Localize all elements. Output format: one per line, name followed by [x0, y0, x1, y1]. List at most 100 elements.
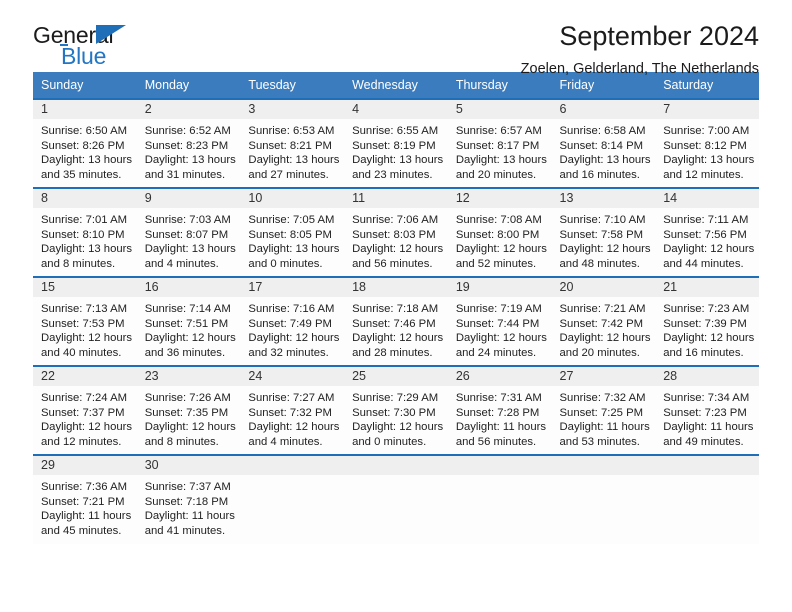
calendar-day-cell[interactable]: 4 Sunrise: 6:55 AM Sunset: 8:19 PM Daylight… — [344, 98, 448, 188]
calendar-week-row: 15 Sunrise: 7:13 AM Sunset: 7:53 PM Dayligh… — [33, 276, 759, 366]
sunset-time: Sunset: 8:17 PM — [455, 139, 540, 152]
calendar-day-cell[interactable]: 21 Sunrise: 7:23 AM Sunset: 7:39 PM Dayligh… — [655, 276, 759, 366]
day-details: Sunrise: 7:03 AM Sunset: 8:07 PM Daylight:… — [137, 208, 241, 271]
day-number — [240, 456, 345, 475]
sunset-time: Sunset: 7:23 PM — [663, 406, 747, 419]
daylight-duration-line2: and 44 minutes. — [663, 257, 744, 270]
calendar-day-cell[interactable]: 19 Sunrise: 7:19 AM Sunset: 7:44 PM Dayligh… — [447, 276, 552, 366]
calendar-day-cell[interactable]: 23 Sunrise: 7:26 AM Sunset: 7:35 PM Dayligh… — [136, 365, 241, 455]
daylight-duration-line1: Daylight: 12 hours — [41, 332, 133, 345]
sunset-time: Sunset: 7:46 PM — [352, 317, 436, 330]
calendar-week-row: 22 Sunrise: 7:24 AM Sunset: 7:37 PM Dayligh… — [33, 365, 759, 455]
day-number — [551, 456, 656, 475]
day-number: 24 — [240, 367, 345, 386]
daylight-duration-line2: and 36 minutes. — [144, 346, 226, 359]
daylight-duration-line2: and 32 minutes. — [248, 346, 329, 359]
weekday-header-wednesday: Wednesday — [344, 72, 448, 99]
day-number: 6 — [551, 100, 656, 119]
calendar-day-cell[interactable]: 25 Sunrise: 7:29 AM Sunset: 7:30 PM Dayligh… — [344, 365, 448, 455]
day-details: Sunrise: 7:32 AM Sunset: 7:25 PM Daylight:… — [552, 386, 656, 449]
day-details: Sunrise: 7:16 AM Sunset: 7:49 PM Daylight:… — [240, 297, 344, 360]
sunset-time: Sunset: 8:14 PM — [559, 139, 644, 152]
day-number: 2 — [136, 100, 241, 119]
day-number — [344, 456, 448, 475]
calendar-day-cell[interactable]: 18 Sunrise: 7:18 AM Sunset: 7:46 PM Dayligh… — [344, 276, 448, 366]
day-details: Sunrise: 7:13 AM Sunset: 7:53 PM Daylight:… — [33, 297, 137, 360]
calendar-day-cell[interactable]: 27 Sunrise: 7:32 AM Sunset: 7:25 PM Dayligh… — [551, 365, 656, 455]
daylight-duration-line1: Daylight: 13 hours — [144, 154, 236, 167]
daylight-duration-line2: and 45 minutes. — [41, 524, 122, 537]
daylight-duration-line2: and 49 minutes. — [663, 435, 744, 448]
daylight-duration-line1: Daylight: 13 hours — [663, 154, 755, 167]
daylight-duration-line2: and 0 minutes. — [248, 257, 323, 270]
sunrise-time: Sunrise: 7:05 AM — [248, 214, 335, 226]
calendar-day-cell[interactable]: 28 Sunrise: 7:34 AM Sunset: 7:23 PM Dayligh… — [655, 365, 759, 455]
daylight-duration-line1: Daylight: 12 hours — [559, 332, 651, 345]
calendar-day-cell[interactable]: 24 Sunrise: 7:27 AM Sunset: 7:32 PM Dayligh… — [240, 365, 345, 455]
sunset-time: Sunset: 8:10 PM — [41, 228, 125, 241]
daylight-duration-line2: and 20 minutes. — [559, 346, 640, 359]
calendar-day-cell[interactable]: 7 Sunrise: 7:00 AM Sunset: 8:12 PM Daylight… — [655, 98, 759, 188]
sunrise-time: Sunrise: 6:53 AM — [248, 125, 335, 137]
day-number: 22 — [33, 367, 137, 386]
day-number: 19 — [447, 278, 552, 297]
day-details: Sunrise: 7:34 AM Sunset: 7:23 PM Daylight:… — [655, 386, 759, 449]
sunrise-time: Sunrise: 6:58 AM — [559, 125, 646, 137]
calendar-day-cell[interactable]: 14 Sunrise: 7:11 AM Sunset: 7:56 PM Dayligh… — [655, 187, 759, 277]
calendar-day-cell[interactable]: 22 Sunrise: 7:24 AM Sunset: 7:37 PM Dayligh… — [33, 365, 137, 455]
daylight-duration-line1: Daylight: 12 hours — [352, 332, 444, 345]
calendar-day-cell[interactable]: 1 Sunrise: 6:50 AM Sunset: 8:26 PM Daylight… — [33, 98, 137, 188]
sunset-time: Sunset: 7:53 PM — [41, 317, 125, 330]
daylight-duration-line2: and 24 minutes. — [455, 346, 537, 359]
daylight-duration-line2: and 48 minutes. — [559, 257, 640, 270]
daylight-duration-line2: and 35 minutes. — [41, 168, 122, 181]
weekday-header-monday: Monday — [136, 72, 241, 99]
calendar-day-cell-empty — [551, 454, 656, 544]
sunset-time: Sunset: 7:37 PM — [41, 406, 125, 419]
calendar-day-cell[interactable]: 15 Sunrise: 7:13 AM Sunset: 7:53 PM Dayligh… — [33, 276, 137, 366]
calendar-day-cell[interactable]: 8 Sunrise: 7:01 AM Sunset: 8:10 PM Daylight… — [33, 187, 137, 277]
sunrise-time: Sunrise: 7:19 AM — [455, 303, 542, 315]
daylight-duration-line2: and 53 minutes. — [559, 435, 640, 448]
calendar-day-cell[interactable]: 6 Sunrise: 6:58 AM Sunset: 8:14 PM Daylight… — [551, 98, 656, 188]
calendar-day-cell[interactable]: 2 Sunrise: 6:52 AM Sunset: 8:23 PM Daylight… — [136, 98, 241, 188]
day-number: 8 — [33, 189, 137, 208]
calendar-day-cell[interactable]: 30 Sunrise: 7:37 AM Sunset: 7:18 PM Dayligh… — [136, 454, 241, 544]
calendar-day-cell[interactable]: 20 Sunrise: 7:21 AM Sunset: 7:42 PM Dayligh… — [551, 276, 656, 366]
calendar-day-cell-empty — [655, 454, 759, 544]
calendar-day-cell[interactable]: 29 Sunrise: 7:36 AM Sunset: 7:21 PM Dayligh… — [33, 454, 137, 544]
calendar-day-cell[interactable]: 16 Sunrise: 7:14 AM Sunset: 7:51 PM Dayligh… — [136, 276, 241, 366]
calendar-day-cell[interactable]: 9 Sunrise: 7:03 AM Sunset: 8:07 PM Daylight… — [136, 187, 241, 277]
day-number: 12 — [447, 189, 552, 208]
daylight-duration-line1: Daylight: 11 hours — [41, 510, 132, 523]
sunset-time: Sunset: 8:00 PM — [455, 228, 540, 241]
day-number: 21 — [655, 278, 759, 297]
calendar-day-cell[interactable]: 12 Sunrise: 7:08 AM Sunset: 8:00 PM Dayligh… — [447, 187, 552, 277]
sunrise-time: Sunrise: 7:32 AM — [559, 392, 646, 404]
day-details: Sunrise: 7:01 AM Sunset: 8:10 PM Daylight:… — [33, 208, 137, 271]
day-details: Sunrise: 7:00 AM Sunset: 8:12 PM Daylight:… — [655, 119, 759, 182]
daylight-duration-line2: and 4 minutes. — [248, 435, 323, 448]
calendar-day-cell[interactable]: 10 Sunrise: 7:05 AM Sunset: 8:05 PM Dayligh… — [240, 187, 345, 277]
sunset-time: Sunset: 7:25 PM — [559, 406, 644, 419]
daylight-duration-line2: and 16 minutes. — [663, 346, 744, 359]
daylight-duration-line1: Daylight: 13 hours — [559, 154, 651, 167]
calendar-day-cell[interactable]: 11 Sunrise: 7:06 AM Sunset: 8:03 PM Dayligh… — [344, 187, 448, 277]
daylight-duration-line2: and 12 minutes. — [41, 435, 122, 448]
sunset-time: Sunset: 8:05 PM — [248, 228, 332, 241]
sunrise-time: Sunrise: 7:08 AM — [455, 214, 542, 226]
sunrise-time: Sunrise: 7:21 AM — [559, 303, 646, 315]
day-number: 4 — [344, 100, 448, 119]
calendar-day-cell[interactable]: 26 Sunrise: 7:31 AM Sunset: 7:28 PM Dayligh… — [447, 365, 552, 455]
sunset-time: Sunset: 7:39 PM — [663, 317, 747, 330]
calendar-day-cell[interactable]: 5 Sunrise: 6:57 AM Sunset: 8:17 PM Daylight… — [447, 98, 552, 188]
sunrise-time: Sunrise: 7:23 AM — [663, 303, 750, 315]
calendar-page: General Blue September 2024 Zoelen, Geld… — [0, 0, 792, 612]
calendar-day-cell[interactable]: 17 Sunrise: 7:16 AM Sunset: 7:49 PM Dayligh… — [240, 276, 345, 366]
calendar-day-cell[interactable]: 3 Sunrise: 6:53 AM Sunset: 8:21 PM Daylight… — [240, 98, 345, 188]
calendar-day-cell[interactable]: 13 Sunrise: 7:10 AM Sunset: 7:58 PM Dayligh… — [551, 187, 656, 277]
sunset-time: Sunset: 7:32 PM — [248, 406, 332, 419]
daylight-duration-line1: Daylight: 13 hours — [144, 243, 236, 256]
weekday-header-tuesday: Tuesday — [240, 72, 345, 99]
day-details: Sunrise: 7:29 AM Sunset: 7:30 PM Daylight:… — [344, 386, 448, 449]
